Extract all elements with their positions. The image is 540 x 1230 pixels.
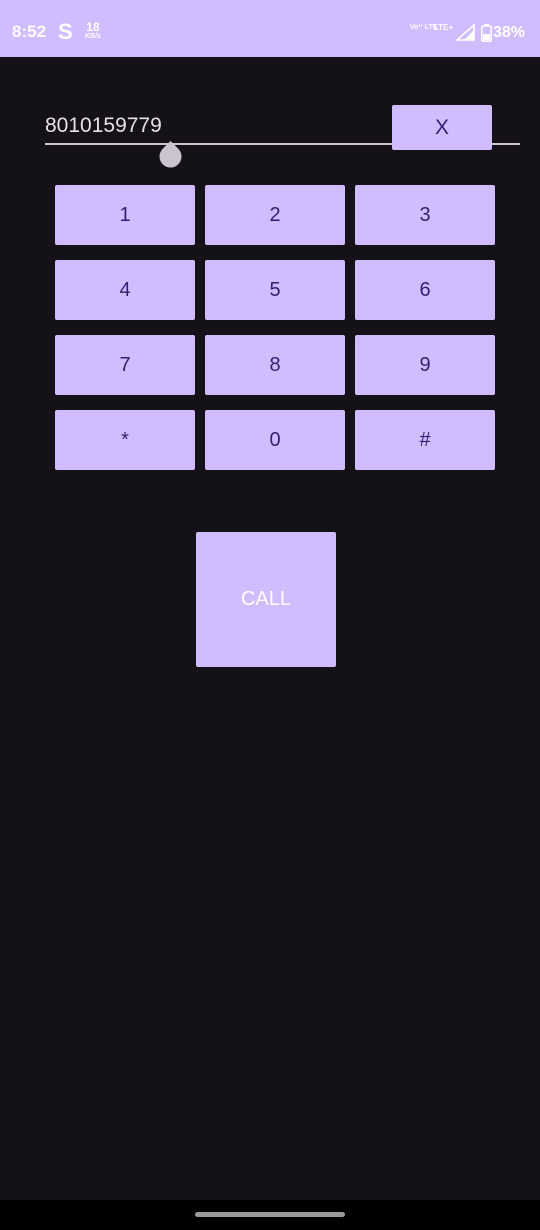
call-button[interactable]: CALL <box>196 532 336 667</box>
key-1[interactable]: 1 <box>55 185 195 245</box>
key-3[interactable]: 3 <box>355 185 495 245</box>
phone-number-value: 8010159779 <box>45 114 162 137</box>
key-9[interactable]: 9 <box>355 335 495 395</box>
network-speed-unit: KB/s <box>85 33 101 40</box>
navigation-bar <box>0 1200 540 1230</box>
clear-button[interactable]: X <box>392 105 492 150</box>
key-2[interactable]: 2 <box>205 185 345 245</box>
key-6[interactable]: 6 <box>355 260 495 320</box>
key-star[interactable]: * <box>55 410 195 470</box>
key-hash[interactable]: # <box>355 410 495 470</box>
status-time: 8:52 <box>12 22 47 41</box>
app-notification-icon: S <box>58 19 73 44</box>
network-speed-value: 18 <box>86 20 100 34</box>
signal-icon <box>454 23 475 46</box>
status-bar: 8:52 S 18 KB/s Vo¹⁾ LTE LTE+ 38% <box>0 0 540 57</box>
home-gesture-handle[interactable] <box>195 1212 345 1217</box>
battery-icon <box>481 24 492 47</box>
key-4[interactable]: 4 <box>55 260 195 320</box>
network-type: LTE+ <box>434 23 454 32</box>
key-5[interactable]: 5 <box>205 260 345 320</box>
network-speed: 18 KB/s <box>85 21 101 40</box>
key-7[interactable]: 7 <box>55 335 195 395</box>
key-0[interactable]: 0 <box>205 410 345 470</box>
text-cursor-handle[interactable] <box>158 141 183 170</box>
battery-percent: 38% <box>493 24 526 41</box>
key-8[interactable]: 8 <box>205 335 345 395</box>
